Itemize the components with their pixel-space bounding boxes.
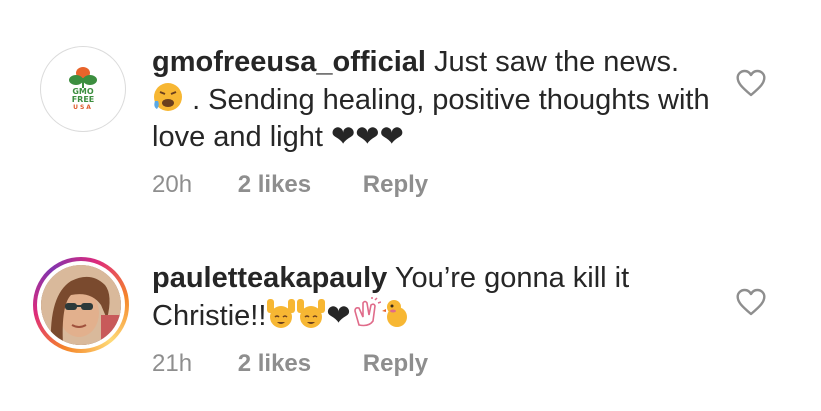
comment-timestamp: 20h <box>152 171 193 198</box>
avatar[interactable]: GMO FREE USA <box>40 46 126 132</box>
heart-outline-icon[interactable] <box>735 68 767 98</box>
comment-username[interactable]: gmofreeusa_official <box>152 46 426 78</box>
chick-emoji-icon <box>381 300 407 327</box>
heart-emoji: ❤ <box>326 300 351 332</box>
reply-button[interactable]: Reply <box>363 171 428 199</box>
avatar[interactable] <box>33 257 129 353</box>
comment-timestamp: 21h <box>152 350 193 377</box>
brand-logo: GMO FREE USA <box>40 46 126 132</box>
comment-text: Just saw the news. <box>434 46 680 78</box>
raised-hands-emoji-icon <box>297 299 326 328</box>
comment-body: pauletteakapauly You’re gonna kill it Ch… <box>152 260 722 335</box>
comment-meta: 21h 2 likes Reply <box>152 350 428 378</box>
comment-username[interactable]: pauletteakapauly <box>152 262 387 294</box>
flower-logo-icon <box>69 67 97 88</box>
logo-text-free: FREE <box>71 95 95 104</box>
tired-face-emoji-icon <box>154 83 182 111</box>
comment-meta: 20h 2 likes Reply <box>152 171 428 199</box>
comment-item: GMO FREE USA gmofreeusa_official Just sa… <box>0 0 821 215</box>
likes-count[interactable]: 2 likes <box>238 171 311 199</box>
story-ring <box>33 257 129 353</box>
comment-body: gmofreeusa_official Just saw the news. .… <box>152 44 722 156</box>
raised-hands-emoji-icon <box>267 299 296 328</box>
heart-outline-icon[interactable] <box>735 287 767 317</box>
comment-item: pauletteakapauly You’re gonna kill it Ch… <box>0 235 821 411</box>
logo-text-usa: USA <box>73 104 93 111</box>
profile-photo-image <box>41 265 121 345</box>
reply-button[interactable]: Reply <box>363 350 428 378</box>
comment-text-continued: . Sending healing, positive thoughts wit… <box>152 84 710 153</box>
hearts-emoji: ❤❤❤ <box>330 121 404 153</box>
clapping-hands-emoji-icon <box>353 297 381 327</box>
likes-count[interactable]: 2 likes <box>238 350 311 378</box>
profile-photo <box>41 265 121 345</box>
